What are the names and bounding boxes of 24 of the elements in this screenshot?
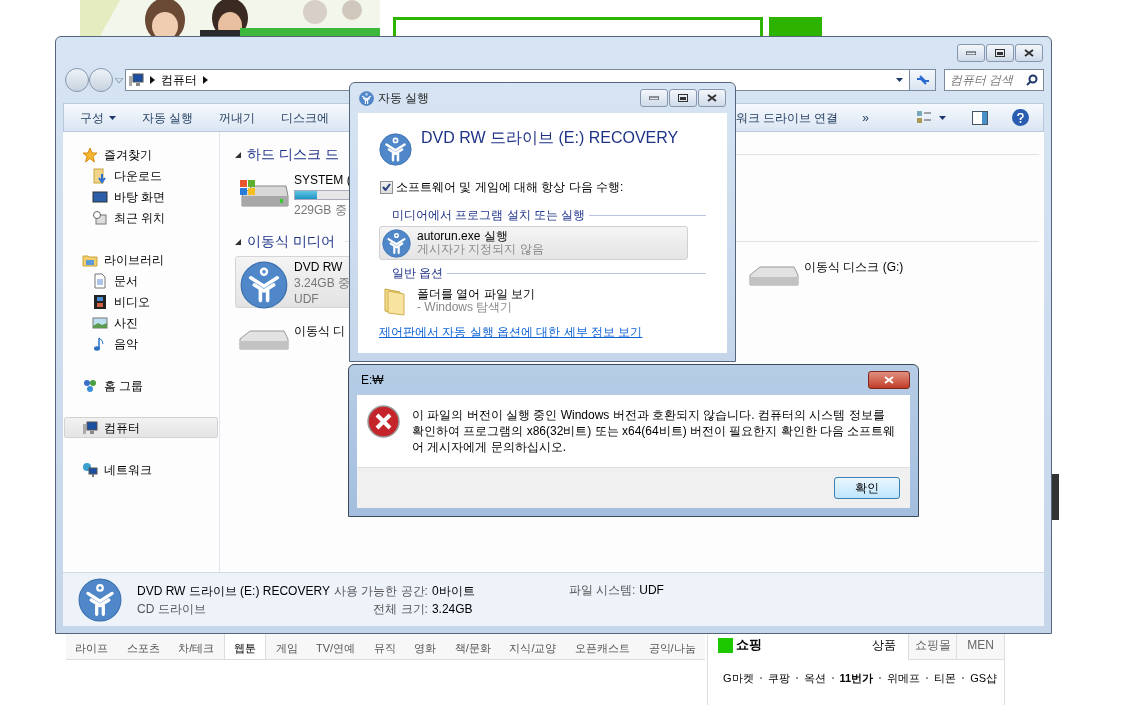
field-label: 파일 시스템: xyxy=(568,582,636,599)
drive-size: 229GB 중 xyxy=(294,202,347,218)
window-title: E:₩ xyxy=(361,372,384,389)
field-label: 사용 가능한 공간: xyxy=(332,582,428,600)
section-heading: 미디어에서 프로그램 설치 또는 실행 xyxy=(392,207,586,224)
option-title: 폴더를 열어 파일 보기 xyxy=(417,288,535,301)
option-title: autorun.exe 실행 xyxy=(417,230,509,243)
drive-name: DVD RW xyxy=(294,259,343,275)
field-value: 0바이트 xyxy=(431,582,475,600)
drive-name: DVD RW 드라이브 (E:) RECOVERY xyxy=(137,582,330,600)
field-value: UDF xyxy=(639,582,664,599)
field-label: 전체 크기: xyxy=(372,600,428,618)
drive-name: 이동식 디 xyxy=(294,323,346,339)
drive-size: 3.24GB 중 xyxy=(294,275,351,291)
window-title: 자동 실행 xyxy=(378,90,430,107)
dialog-heading: DVD RW 드라이브 (E:) RECOVERY xyxy=(421,128,679,148)
field-value: 3.24GB xyxy=(431,600,473,618)
error-message: 이 파일의 버전이 실행 중인 Windows 버전과 호환되지 않습니다. 컴퓨터의 시스템 정보를 확인하여 프로그램의 x86(32비트) 또는 x64(64비트) 버전이 필요한지 확인한 다음 소프트웨어 게시자에게 문의하십시오. xyxy=(412,407,897,456)
section-heading: 일반 옵션 xyxy=(392,265,444,282)
option-subtitle: 게시자가 지정되지 않음 xyxy=(417,243,544,256)
file-system: UDF xyxy=(294,291,319,307)
drive-name: 이동식 디스크 (G:) xyxy=(804,259,904,275)
drive-type: CD 드라이브 xyxy=(137,600,207,618)
option-subtitle: - Windows 탐색기 xyxy=(417,301,514,314)
